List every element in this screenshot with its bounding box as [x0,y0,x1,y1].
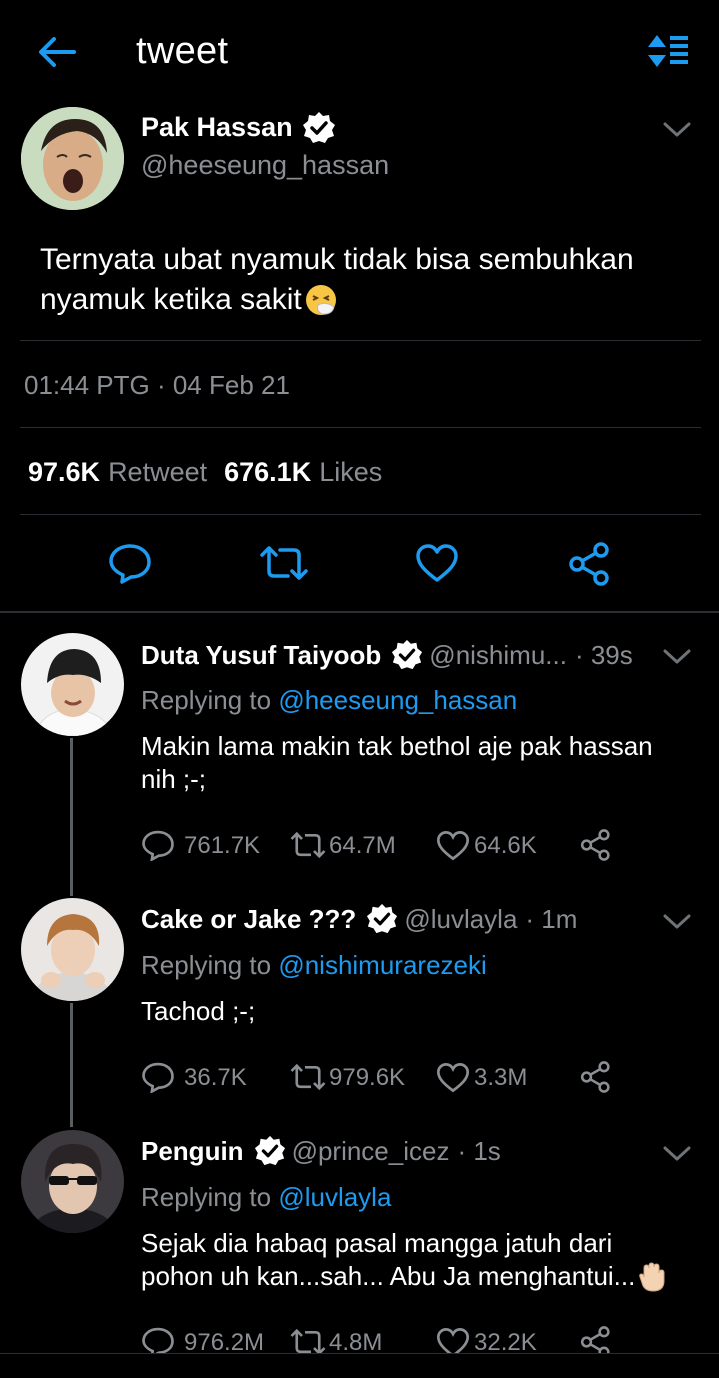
share-icon[interactable] [580,1061,612,1093]
reply-header: Duta Yusuf Taiyoob @nishimu... · 39s [141,639,633,671]
chevron-down-icon[interactable] [662,120,692,140]
tweet-text: Ternyata ubat nyamuk tidak bisa sembuhka… [40,240,634,320]
divider [20,514,701,515]
engagement-stats: 97.6K Retweet 676.1K Likes [28,457,382,488]
avatar[interactable] [21,898,124,1001]
replying-to-label: Replying to [141,950,272,980]
replying-to-label: Replying to [141,685,272,715]
verified-badge-icon [391,639,423,671]
like-heart-icon[interactable] [415,543,459,583]
share-icon[interactable] [568,542,612,586]
replying-to-label: Replying to [141,1182,272,1212]
thread-line [70,738,73,896]
like-heart-icon[interactable] [436,830,470,861]
reply-text: Sejak dia habaq pasal mangga jatuh dari … [141,1227,668,1293]
reply-header: Penguin @prince_icez · 1s [141,1135,501,1167]
like-count: 64.6K [474,832,537,859]
author-name[interactable]: Duta Yusuf Taiyoob [141,640,381,671]
author-handle[interactable]: @luvlayla [404,904,517,935]
thread-line [70,1003,73,1127]
replying-to: Replying to @heeseung_hassan [141,685,517,716]
reply-time: · 1s [457,1135,501,1166]
retweet-icon[interactable] [288,1062,328,1092]
share-icon[interactable] [580,829,612,861]
reply-text-line: Sejak dia habaq pasal mangga jatuh dari [141,1228,613,1258]
verified-badge-icon [366,903,398,935]
reply-count: 761.7K [184,832,261,859]
retweet-count: 979.6K [329,1064,406,1091]
reply-text-line-with-emoji: pohon uh kan...sah... Abu Ja menghantui.… [141,1260,668,1293]
like-count[interactable]: 676.1K [224,457,311,488]
replying-to: Replying to @luvlayla [141,1182,391,1213]
replying-to-handle[interactable]: @luvlayla [278,1182,391,1212]
like-count: 3.3M [474,1064,528,1091]
chevron-down-icon[interactable] [662,1144,692,1164]
reply-text-line: pohon uh kan...sah... Abu Ja menghantui.… [141,1261,636,1291]
chevron-down-icon[interactable] [662,912,692,932]
reply-header: Cake or Jake ??? @luvlayla · 1m [141,903,577,935]
author-handle[interactable]: @nishimu... [429,640,567,671]
retweet-icon[interactable] [288,830,328,860]
avatar[interactable] [21,107,124,210]
retweet-count: 64.7M [329,832,396,859]
verified-badge-icon [254,1135,286,1167]
author-handle[interactable]: @prince_icez [292,1136,450,1167]
reply-text-line: Tachod ;-; [141,996,256,1026]
tweet-text-line: nyamuk ketika sakit [40,283,302,316]
like-label[interactable]: Likes [319,457,382,488]
back-arrow-icon[interactable] [36,34,76,70]
reply-time: · 39s [574,639,633,670]
reply-icon[interactable] [141,829,175,861]
author-handle[interactable]: @heeseung_hassan [141,150,389,181]
reply-icon[interactable] [108,542,152,584]
sneezing-face-emoji-icon [304,283,338,317]
page-title: tweet [136,30,229,72]
retweet-label[interactable]: Retweet [108,457,207,488]
verified-badge-icon [302,111,336,145]
avatar[interactable] [21,1130,124,1233]
replying-to: Replying to @nishimurarezeki [141,950,487,981]
raised-hand-emoji-icon [638,1261,668,1293]
tweet-text-line-with-emoji: nyamuk ketika sakit [40,280,634,320]
avatar[interactable] [21,633,124,736]
author-name[interactable]: Cake or Jake ??? [141,904,356,935]
reply-text-line: nih ;-; [141,764,207,794]
chevron-down-icon[interactable] [662,647,692,667]
reply-time: · 1m [525,903,578,934]
author-name[interactable]: Pak Hassan [141,112,293,143]
reply-icon[interactable] [141,1061,175,1093]
reply-text: Tachod ;-; [141,995,255,1028]
reply-count: 36.7K [184,1064,247,1091]
author-name[interactable]: Penguin [141,1136,244,1167]
like-heart-icon[interactable] [436,1062,470,1093]
divider [20,427,701,428]
tweet-text-line: Ternyata ubat nyamuk tidak bisa sembuhka… [40,243,634,276]
tweet-timestamp: 01:44 PTG · 04 Feb 21 [24,370,290,400]
reply-text: Makin lama makin tak bethol aje pak hass… [141,730,653,796]
retweet-icon[interactable] [258,543,310,583]
divider [20,340,701,341]
section-divider [0,611,719,613]
sort-lines-icon[interactable] [646,33,690,69]
bottom-edge-divider [0,1353,719,1378]
reply-text-line: Makin lama makin tak bethol aje pak hass… [141,731,653,761]
retweet-count[interactable]: 97.6K [28,457,100,488]
replying-to-handle[interactable]: @heeseung_hassan [278,685,517,715]
replying-to-handle[interactable]: @nishimurarezeki [278,950,486,980]
